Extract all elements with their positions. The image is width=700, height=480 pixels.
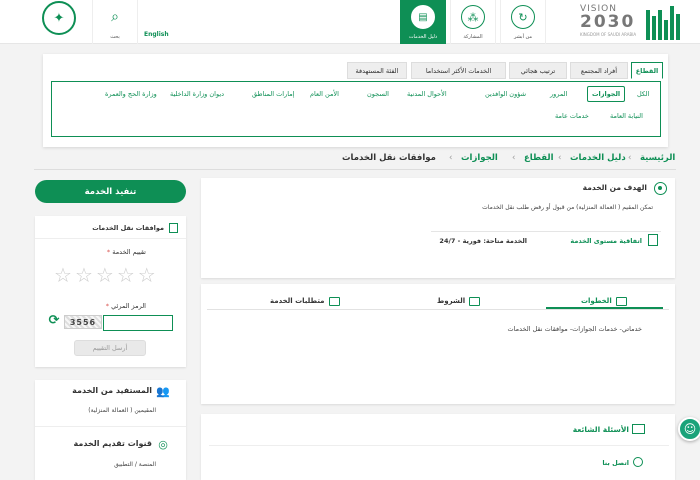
vision-sub-text: KINGDOM OF SAUDI ARABIA: [580, 32, 637, 37]
divider: [35, 238, 186, 239]
chat-assistant-icon[interactable]: ☺: [678, 417, 700, 441]
vision-bars-icon: [646, 6, 688, 40]
faq-title[interactable]: الأسئلة الشائعة: [573, 425, 629, 434]
star-icon[interactable]: ☆: [54, 265, 72, 285]
chip-public-prosecution[interactable]: النيابة العامة: [610, 112, 643, 120]
captcha-refresh-icon[interactable]: ⟳: [47, 314, 61, 328]
refresh-icon: ↻: [511, 5, 535, 29]
breadcrumb-separator-icon: ‹: [449, 153, 453, 163]
breadcrumb-separator-icon: ‹: [512, 153, 516, 163]
nav-share[interactable]: ⁂ المشاركة: [450, 0, 496, 44]
captcha-label: * الرمز المرئي: [105, 302, 146, 310]
breadcrumb-separator-icon: ‹: [628, 153, 632, 163]
chip-passports[interactable]: الجوازات: [587, 86, 626, 102]
faq-icon: [632, 424, 645, 434]
search-icon: ⌕: [111, 9, 119, 25]
chip-all[interactable]: الكل: [637, 90, 649, 98]
channels-title: قنوات تقديم الخدمة: [73, 439, 152, 448]
beneficiary-value: المقيمين ( العمالة المنزلية): [88, 407, 156, 414]
nav-absher[interactable]: ↻ من أبشر: [500, 0, 546, 44]
star-icon[interactable]: ☆: [96, 265, 114, 285]
contact-us-link[interactable]: اتصل بنا: [602, 459, 629, 467]
breadcrumb-services-guide[interactable]: دليل الخدمات: [570, 153, 626, 163]
send-rating-button[interactable]: أرسل التقييم: [74, 340, 146, 356]
chip-traffic[interactable]: المرور: [550, 90, 567, 98]
tab-alphabetical[interactable]: ترتيب هجائي: [509, 62, 567, 79]
chip-general-services[interactable]: خدمات عامة: [555, 112, 589, 120]
english-link[interactable]: English: [144, 31, 169, 38]
goal-title: الهدف من الخدمة: [582, 183, 647, 192]
breadcrumb-passports[interactable]: الجوازات: [461, 153, 498, 163]
steps-text: خدماتي- خدمات الجوازات- موافقات نقل الخد…: [507, 325, 643, 333]
target-icon: [654, 182, 667, 195]
tab-community[interactable]: أفراد المجتمع: [570, 62, 628, 79]
chip-civil-affairs[interactable]: الأحوال المدنية: [407, 90, 447, 98]
star-rating[interactable]: ☆ ☆ ☆ ☆ ☆: [54, 265, 156, 285]
star-icon[interactable]: ☆: [75, 265, 93, 285]
chip-hajj-umrah[interactable]: وزارة الحج والعمرة: [105, 90, 157, 98]
chip-public-security[interactable]: الأمن العام: [310, 90, 339, 98]
star-icon[interactable]: ☆: [138, 265, 156, 285]
nav-search[interactable]: ⌕ بحث: [92, 0, 138, 44]
service-details-tabs: الخطوات الشروط متطلبات الخدمة خدماتي- خد…: [201, 284, 675, 404]
captcha-input[interactable]: [103, 315, 173, 331]
rate-service-label: * تقييم الخدمة: [106, 248, 146, 256]
chip-expats[interactable]: شؤون الوافدين: [485, 90, 526, 98]
chip-moi-diwan[interactable]: ديوان وزارة الداخلية: [170, 90, 224, 98]
chip-prisons[interactable]: السجون: [367, 90, 389, 98]
sector-filter-panel: القطاع أفراد المجتمع ترتيب هجائي الخدمات…: [43, 54, 668, 147]
beneficiary-title: المستفيد من الخدمة: [72, 386, 152, 395]
rating-card: موافقات نقل الخدمات * تقييم الخدمة ☆ ☆ ☆ ☆ ☆…: [35, 216, 186, 367]
document-icon: [169, 223, 178, 233]
nav-services-guide[interactable]: ▤ دليل الخدمات: [400, 0, 446, 44]
service-info-card: 👥 المستفيد من الخدمة المقيمين ( العمالة …: [35, 380, 186, 480]
users-icon: 👥: [156, 385, 170, 398]
breadcrumb-divider: [34, 169, 676, 170]
goal-text: تمكن المقيم ( العمالة المنزلية) من قبول …: [482, 204, 653, 211]
steps-icon: [615, 296, 627, 306]
chip-emirates[interactable]: إمارات المناطق: [252, 90, 294, 98]
execute-service-button[interactable]: تنفيذ الخدمة: [35, 180, 186, 203]
service-goal-card: الهدف من الخدمة تمكن المقيم ( العمالة ال…: [201, 178, 675, 278]
breadcrumb-current: موافقات نقل الخدمات: [342, 153, 436, 163]
star-icon[interactable]: ☆: [117, 265, 135, 285]
tab-steps-label: الخطوات: [581, 297, 612, 305]
nav-share-label: المشاركة: [463, 34, 483, 40]
divider: [209, 445, 669, 446]
captcha-image: 3556: [64, 315, 102, 329]
conditions-icon: [469, 296, 481, 306]
share-icon: ⁂: [461, 5, 485, 29]
faq-card: الأسئلة الشائعة اتصل بنا: [201, 414, 675, 480]
tab-sector[interactable]: القطاع: [631, 62, 663, 79]
nav-services-guide-label: دليل الخدمات: [408, 34, 438, 40]
nav-absher-label: من أبشر: [513, 34, 533, 40]
requirements-icon: [328, 296, 340, 306]
tab-requirements-label: متطلبات الخدمة: [270, 297, 325, 305]
ministry-emblem-icon: ✦: [42, 1, 76, 35]
sla-label[interactable]: اتفاقية مستوى الخدمة: [570, 237, 642, 245]
top-header: ✦ ⌕ بحث English ▤ دليل الخدمات ⁂ المشارك…: [0, 0, 700, 44]
nav-search-label: بحث: [110, 34, 120, 40]
sector-chips-area: الكل الجوازات المرور شؤون الوافدين الأحو…: [51, 81, 661, 137]
sla-value: الخدمة متاحة: فورية - 24/7: [439, 237, 527, 245]
rating-card-title: موافقات نقل الخدمات: [92, 224, 164, 232]
tab-target-group[interactable]: الفئة المستهدفة: [347, 62, 407, 79]
breadcrumb-home[interactable]: الرئيسية: [640, 153, 675, 163]
divider: [207, 309, 669, 310]
channels-value: المنصة / التطبيق: [114, 461, 156, 468]
divider: [431, 231, 661, 232]
tab-conditions-label: الشروط: [437, 297, 466, 305]
phone-icon: [633, 457, 643, 467]
breadcrumb-separator-icon: ‹: [558, 153, 562, 163]
tab-most-used[interactable]: الخدمات الأكثر استخداما: [411, 62, 506, 79]
book-icon: ▤: [411, 5, 435, 29]
channels-icon: ◎: [158, 438, 168, 451]
divider: [35, 426, 186, 427]
breadcrumb-sector[interactable]: القطاع: [524, 153, 554, 163]
vision-2030-logo: VISION 2030 KINGDOM OF SAUDI ARABIA: [578, 4, 698, 40]
vision-year-text: 2030: [580, 12, 636, 32]
sla-document-icon: [648, 234, 658, 246]
